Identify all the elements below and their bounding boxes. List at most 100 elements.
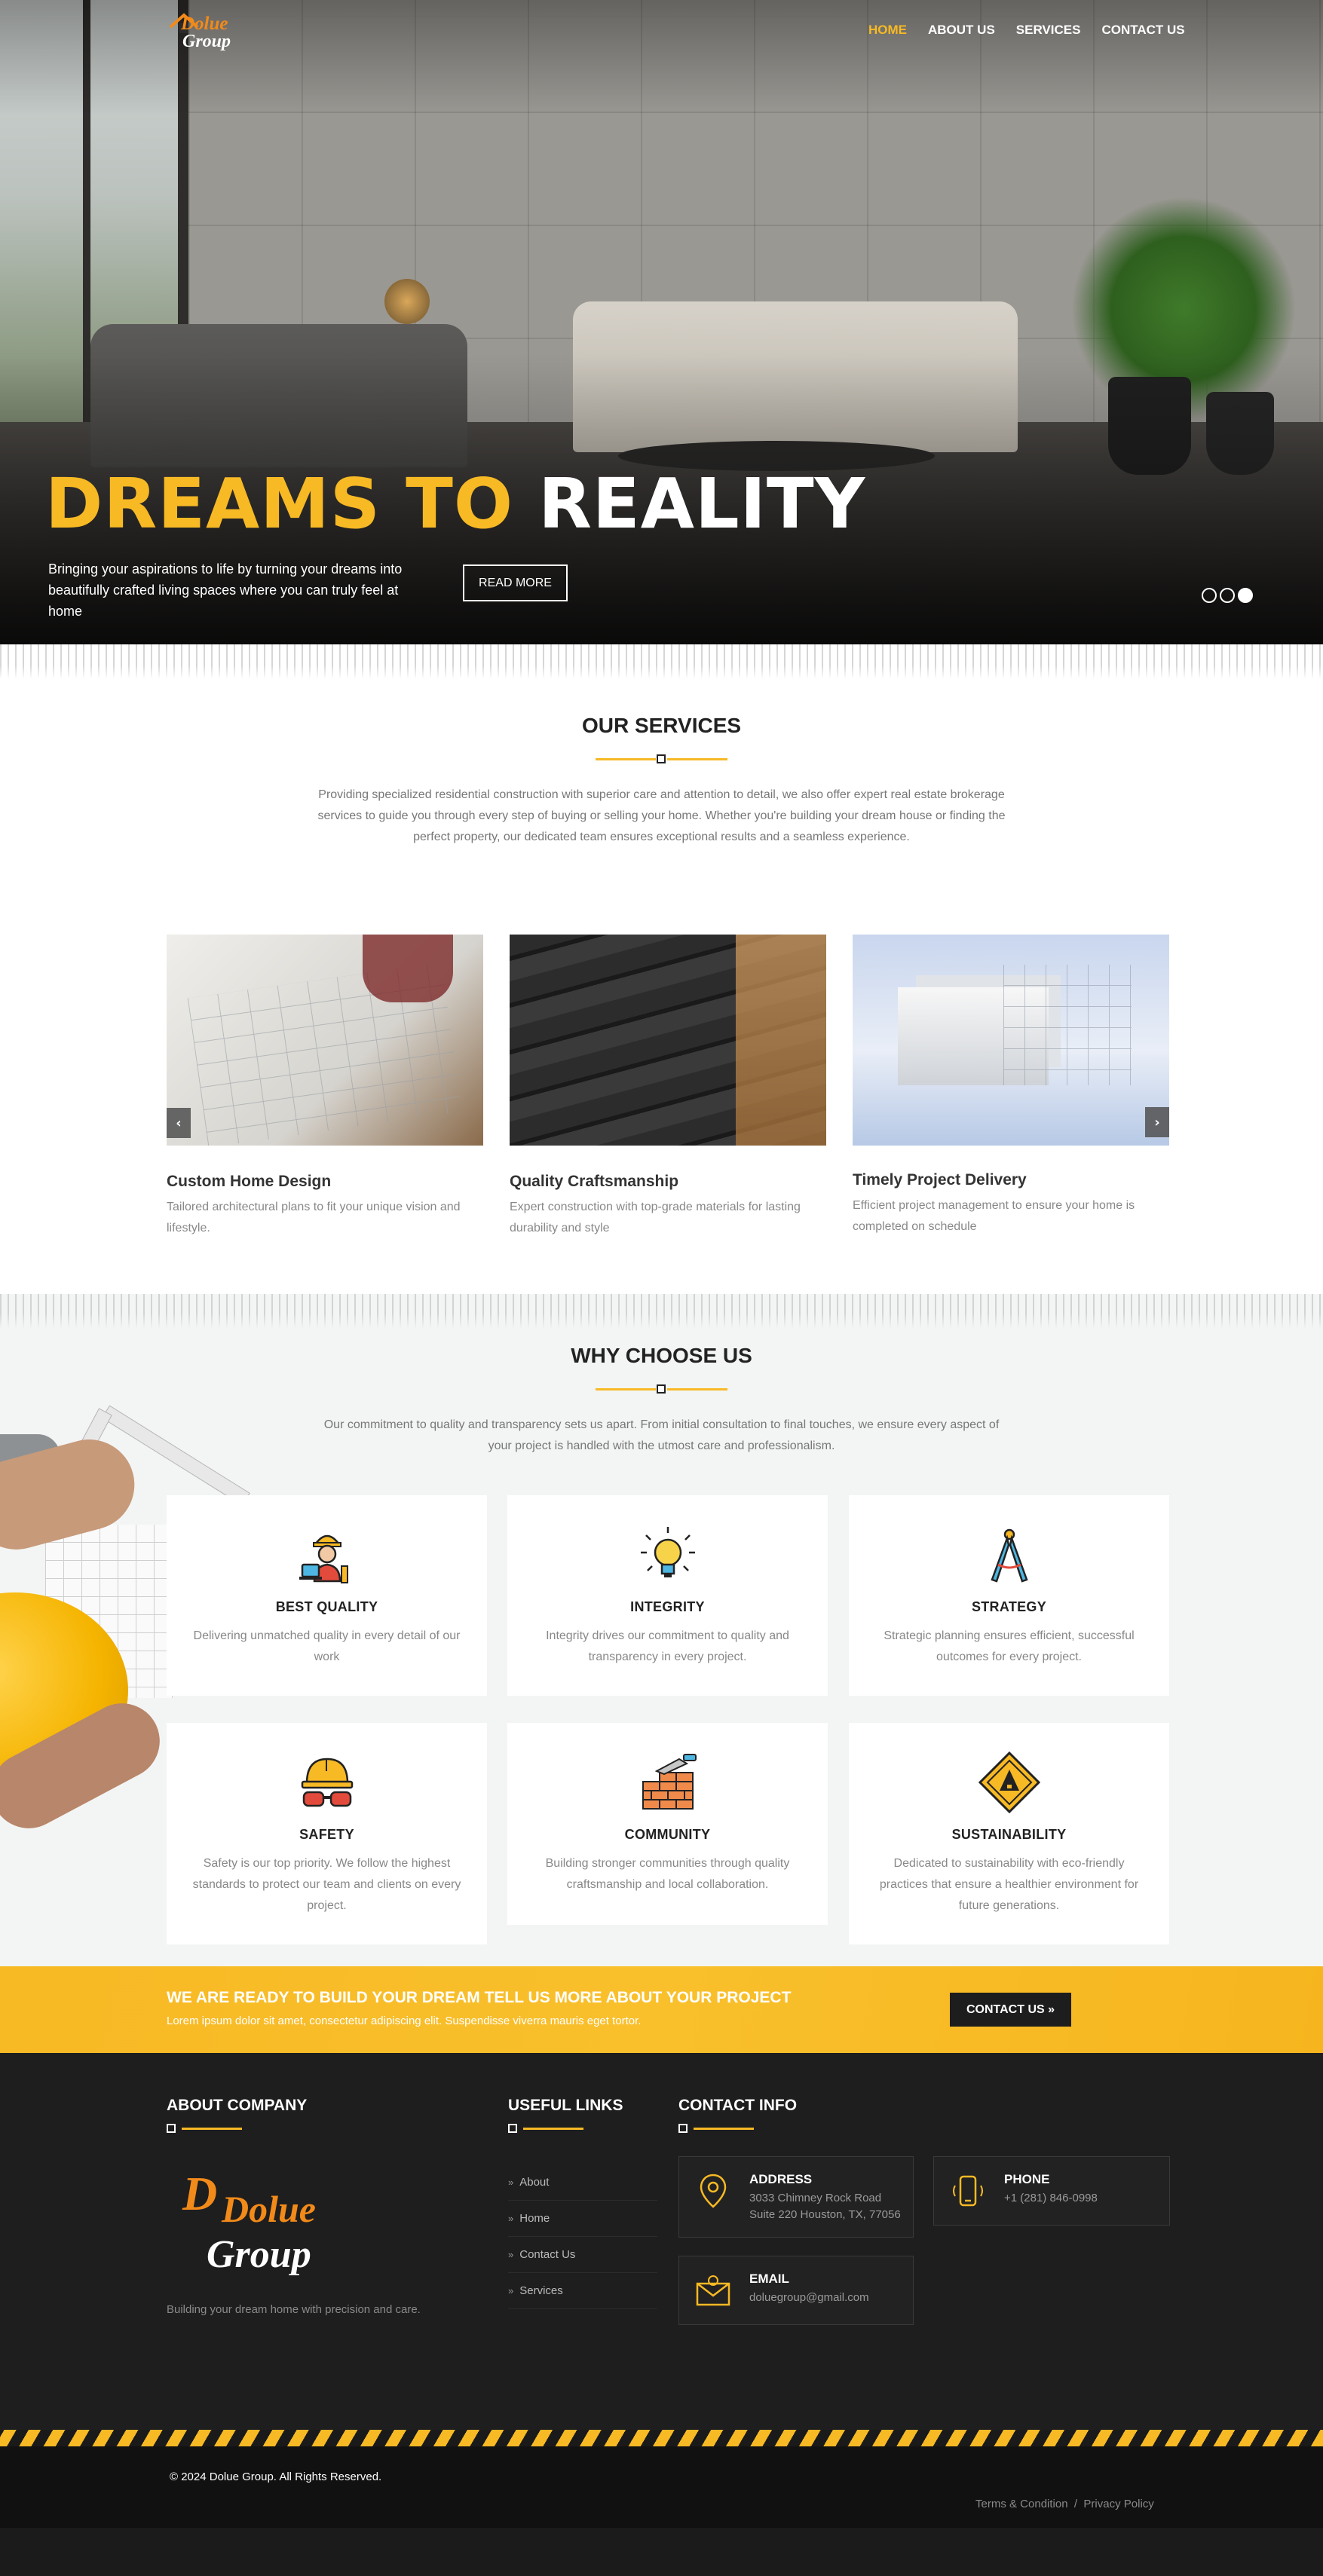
footer-link-label: About — [519, 2176, 550, 2189]
service-card-title: Quality Craftsmanship — [510, 1173, 679, 1190]
phone-value[interactable]: +1 (281) 846-0998 — [1004, 2190, 1098, 2207]
feature-text: Integrity drives our commitment to quali… — [546, 1629, 789, 1663]
map-pin-icon — [700, 2174, 727, 2208]
why-divider — [596, 1384, 727, 1394]
feature-sustainability: SUSTAINABILITY Dedicated to sustainabili… — [849, 1723, 1169, 1944]
footer-bottom-bar: © 2024 Dolue Group. All Rights Reserved.… — [0, 2446, 1323, 2528]
feature-strategy: STRATEGY Strategic planning ensures effi… — [849, 1495, 1169, 1696]
double-chevron-icon: » — [508, 2177, 514, 2188]
contact-us-button[interactable]: CONTACT US » — [950, 1993, 1071, 2027]
email-label: EMAIL — [749, 2272, 789, 2286]
engineer-icon — [293, 1521, 361, 1589]
nav-services[interactable]: SERVICES — [1016, 23, 1081, 38]
feature-title: STRATEGY — [971, 1599, 1047, 1614]
chevron-left-icon[interactable]: ‹ — [167, 1108, 191, 1138]
hero-shade-overlay — [0, 0, 1323, 644]
feature-safety: SAFETY Safety is our top priority. We fo… — [167, 1723, 487, 1944]
slider-dot-2[interactable] — [1220, 588, 1235, 603]
hero-subtitle: Bringing your aspirations to life by tur… — [48, 561, 403, 619]
footer-link-home[interactable]: » Home — [508, 2201, 657, 2237]
safety-helmet-icon — [293, 1748, 361, 1816]
feature-title: COMMUNITY — [624, 1827, 711, 1842]
footer-link-label: Services — [519, 2284, 563, 2297]
legal-separator: / — [1073, 2498, 1078, 2510]
worker-helmet-image — [0, 1404, 173, 1856]
footer-logo-d: D — [182, 2167, 218, 2220]
footer-logo: D Dolue Group — [182, 2166, 333, 2287]
page-tail — [0, 2528, 1323, 2574]
feature-title: BEST QUALITY — [275, 1599, 378, 1614]
about-company-text: Building your dream home with precision … — [167, 2303, 421, 2316]
slider-dot-1[interactable] — [1202, 588, 1217, 603]
services-intro-text: Providing specialized residential constr… — [317, 788, 1006, 843]
services-intro: Providing specialized residential constr… — [0, 785, 1323, 848]
services-title: OUR SERVICES — [581, 714, 742, 737]
ruler-divider-2 — [0, 1294, 1323, 1329]
footer-link-label: Contact Us — [519, 2248, 576, 2261]
why-title: WHY CHOOSE US — [571, 1344, 752, 1367]
slider-dots — [1202, 588, 1253, 603]
cta-banner: WE ARE READY TO BUILD YOUR DREAM TELL US… — [0, 1966, 1323, 2053]
brick-wall-icon — [634, 1748, 702, 1816]
footer-logo-text-bottom: Group — [207, 2233, 311, 2276]
brand-logo[interactable]: Dolue Group — [169, 13, 247, 54]
footer-link-label: Home — [519, 2212, 550, 2225]
service-card-text: Efficient project management to ensure y… — [853, 1199, 1135, 1233]
nav-contact-us[interactable]: CONTACT US — [1101, 23, 1184, 38]
service-image-design: ‹ — [167, 935, 483, 1146]
nav-home[interactable]: HOME — [868, 23, 907, 38]
top-navigation: Dolue Group HOME ABOUT US SERVICES CONTA… — [0, 0, 1323, 60]
email-value[interactable]: doluegroup@gmail.com — [749, 2290, 869, 2306]
hero-title: DREAMS TO REALITY — [45, 463, 865, 544]
nav-about-us[interactable]: ABOUT US — [928, 23, 995, 38]
footer-logo-text-top: Dolue — [222, 2188, 316, 2230]
service-card-text: Expert construction with top-grade mater… — [510, 1201, 801, 1234]
main-menu: HOME ABOUT US SERVICES CONTACT US — [868, 23, 1185, 38]
phone-box: PHONE +1 (281) 846-0998 — [933, 2156, 1170, 2226]
feature-title: SUSTAINABILITY — [951, 1827, 1067, 1842]
why-intro: Our commitment to quality and transparen… — [0, 1415, 1323, 1457]
hero-title-highlight: DREAMS TO — [45, 463, 514, 544]
service-card-title: Timely Project Delivery — [853, 1171, 1027, 1189]
address-value: 3033 Chimney Rock Road Suite 220 Houston,… — [749, 2190, 901, 2223]
chevron-right-icon[interactable]: › — [1145, 1107, 1169, 1137]
footer: ABOUT COMPANY D Dolue Group Building you… — [0, 2053, 1323, 2430]
cta-text: Lorem ipsum dolor sit amet, consectetur … — [167, 2015, 642, 2027]
why-intro-text: Our commitment to quality and transparen… — [323, 1418, 1000, 1452]
service-card-title: Custom Home Design — [167, 1173, 332, 1190]
feature-text: Building stronger communities through qu… — [545, 1857, 790, 1891]
ruler-divider — [0, 644, 1323, 679]
about-company-heading: ABOUT COMPANY — [167, 2097, 308, 2114]
footer-link-about[interactable]: » About — [508, 2165, 657, 2201]
phone-label: PHONE — [1004, 2172, 1050, 2186]
terms-link[interactable]: Terms & Condition — [975, 2498, 1068, 2510]
feature-best-quality: BEST QUALITY Delivering unmatched qualit… — [167, 1495, 487, 1696]
feature-integrity: INTEGRITY Integrity drives our commitmen… — [507, 1495, 828, 1696]
phone-icon — [953, 2175, 983, 2207]
feature-text: Delivering unmatched quality in every de… — [193, 1629, 461, 1663]
cta-title: WE ARE READY TO BUILD YOUR DREAM TELL US… — [167, 1989, 792, 2006]
service-card-3[interactable]: › Timely Project Delivery Efficient proj… — [853, 935, 1169, 1238]
lightbulb-icon — [634, 1521, 702, 1589]
slider-dot-3-active[interactable] — [1238, 588, 1253, 603]
logo-text-bottom: Group — [182, 32, 231, 51]
service-card-1[interactable]: ‹ Custom Home Design Tailored architectu… — [167, 935, 483, 1239]
feature-title: INTEGRITY — [630, 1599, 705, 1614]
useful-links-heading: USEFUL LINKS — [508, 2097, 623, 2114]
feature-community: COMMUNITY Building stronger communities … — [507, 1723, 828, 1925]
feature-title: SAFETY — [299, 1827, 354, 1842]
address-label: ADDRESS — [749, 2172, 813, 2186]
footer-link-contact[interactable]: » Contact Us — [508, 2237, 657, 2273]
services-divider — [596, 754, 727, 763]
read-more-button[interactable]: READ MORE — [463, 564, 568, 601]
service-card-2[interactable]: Quality Craftsmanship Expert constructio… — [510, 935, 826, 1239]
feature-text: Safety is our top priority. We follow th… — [192, 1857, 461, 1912]
envelope-icon — [696, 2275, 730, 2306]
hero-section: Dolue Group HOME ABOUT US SERVICES CONTA… — [0, 0, 1323, 644]
hero-title-rest: REALITY — [538, 463, 866, 544]
footer-link-services[interactable]: » Services — [508, 2273, 657, 2309]
caution-tape-divider — [0, 2430, 1323, 2446]
address-box: ADDRESS 3033 Chimney Rock Road Suite 220 … — [678, 2156, 914, 2238]
privacy-link[interactable]: Privacy Policy — [1083, 2498, 1153, 2510]
double-chevron-icon: » — [508, 2285, 514, 2296]
